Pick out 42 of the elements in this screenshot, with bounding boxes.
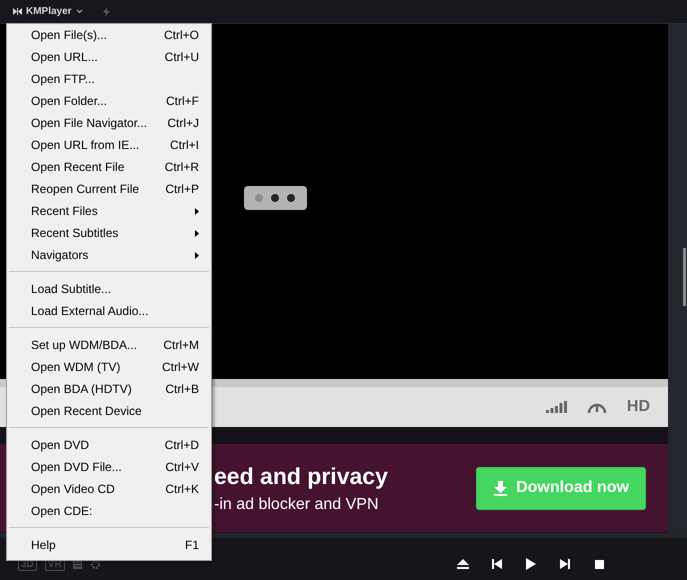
next-icon: [560, 559, 570, 569]
settings-icon: [90, 558, 101, 570]
app-name[interactable]: KMPlayer: [26, 6, 72, 17]
download-icon: [493, 480, 508, 496]
scrollbar[interactable]: [668, 24, 687, 533]
eject-button[interactable]: [455, 556, 471, 572]
menu-item[interactable]: Help F1: [7, 534, 211, 556]
menu-item[interactable]: Open Video CD Ctrl+K: [7, 478, 211, 500]
previous-icon: [492, 559, 502, 569]
menu-item[interactable]: Load Subtitle...: [7, 278, 211, 300]
lightning-icon: [102, 6, 110, 16]
menu-item[interactable]: Open FTP...: [7, 68, 211, 90]
menu-item[interactable]: Set up WDM/BDA... Ctrl+M: [7, 334, 211, 356]
loading-indicator: [244, 186, 306, 210]
menu-item[interactable]: Open Recent File Ctrl+R: [7, 156, 211, 178]
menu-item[interactable]: Recent Files: [7, 200, 211, 222]
menu-item[interactable]: Open Folder... Ctrl+F: [7, 90, 211, 112]
stop-icon: [594, 560, 604, 568]
menu-item[interactable]: Load External Audio...: [7, 300, 211, 322]
menu-item[interactable]: Open File(s)... Ctrl+O: [7, 24, 211, 46]
menu-item[interactable]: Open URL... Ctrl+U: [7, 46, 211, 68]
next-button[interactable]: [557, 556, 573, 572]
menu-item[interactable]: Open DVD File... Ctrl+V: [7, 456, 211, 478]
menu-item[interactable]: Open BDA (HDTV) Ctrl+B: [7, 378, 211, 400]
menu-item[interactable]: Navigators: [7, 244, 211, 266]
menu-item[interactable]: Open CDE:: [7, 500, 211, 522]
quality-label: HD: [626, 398, 650, 416]
menu-item[interactable]: Open URL from IE... Ctrl+I: [7, 134, 211, 156]
menu-item[interactable]: Open File Navigator... Ctrl+J: [7, 112, 211, 134]
ad-subline: -in ad blocker and VPN: [214, 496, 380, 514]
chevron-icon: [76, 9, 83, 14]
logo-icon: [13, 8, 22, 15]
menu-item[interactable]: Reopen Current File Ctrl+P: [7, 178, 211, 200]
previous-button[interactable]: [489, 556, 505, 572]
menu-item[interactable]: Open WDM (TV) Ctrl+W: [7, 356, 211, 378]
ad-headline: eed and privacy: [214, 462, 388, 490]
menu-item[interactable]: Open DVD Ctrl+D: [7, 434, 211, 456]
play-icon: [526, 558, 536, 570]
signal-icon: [546, 401, 567, 413]
eject-icon: [457, 559, 469, 569]
menu-item[interactable]: Recent Subtitles: [7, 222, 211, 244]
menu-item[interactable]: Open Recent Device: [7, 400, 211, 422]
